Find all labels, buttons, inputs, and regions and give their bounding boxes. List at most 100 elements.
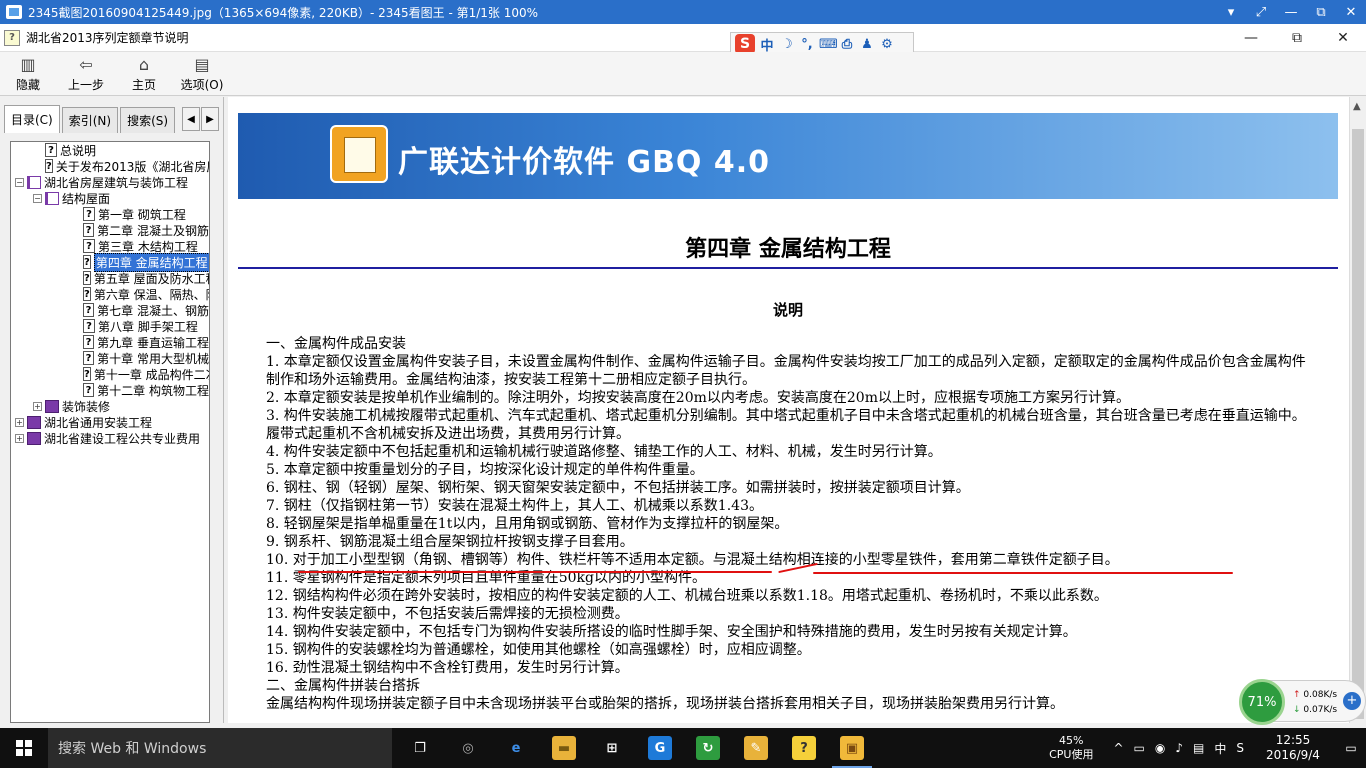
tray-icon-3[interactable]: ♪	[1175, 741, 1183, 755]
tab-0[interactable]: 目录(C)	[4, 105, 60, 133]
ime-item-4[interactable]: ⎙	[839, 37, 855, 52]
ime-item-3[interactable]: ⌨	[819, 37, 838, 52]
start-button[interactable]	[0, 728, 48, 768]
tree-item-label: 结构屋面	[62, 191, 111, 206]
tree-item-label: 第十二章 构筑物工程	[97, 383, 209, 398]
navigation-pane: 目录(C) 索引(N) 搜索(S) ◀ ▶ ? 总说明? 关于发布2013版《湖北省房屋…	[0, 97, 224, 723]
paragraph: 二、金属构件拼装台搭拆	[266, 678, 420, 694]
taskbar-app-swirl[interactable]: ◎	[444, 728, 492, 768]
tree-item[interactable]: + 湖北省建设工程公共专业费用	[11, 430, 209, 446]
section-heading: 说明	[772, 301, 803, 319]
app-swirl-icon: ◎	[456, 736, 480, 760]
tree-item[interactable]: ? 第一章 砌筑工程	[11, 206, 209, 222]
scrollbar-thumb[interactable]	[1352, 129, 1364, 719]
tree-item[interactable]: ? 第九章 垂直运输工程	[11, 334, 209, 350]
add-icon[interactable]: +	[1343, 692, 1361, 710]
clock[interactable]: 12:55 2016/9/4	[1258, 733, 1328, 763]
contents-tree[interactable]: ? 总说明? 关于发布2013版《湖北省房屋 − 湖北省房屋建筑与装饰工程 − 结构屋面? 第…	[10, 141, 210, 723]
tray-icon-0[interactable]: ^	[1113, 741, 1123, 755]
options-button[interactable]: ▤ 选项(O)	[180, 55, 224, 93]
expand-icon[interactable]: +	[33, 401, 42, 411]
taskbar-viewer-app[interactable]: ▣	[828, 728, 876, 768]
tree-item[interactable]: + 装饰装修	[11, 398, 209, 414]
expand-icon[interactable]: +	[15, 433, 24, 443]
ime-item-2[interactable]: °,	[799, 37, 815, 52]
taskbar-store[interactable]: ⊞	[588, 728, 636, 768]
viewer-app-icon: ▣	[840, 736, 864, 760]
cpu-usage-ring[interactable]: 71%	[1239, 679, 1285, 725]
network-speed-widget[interactable]: 71% ↑ 0.08K/s ↓ 0.07K/s +	[1239, 679, 1366, 725]
tree-item[interactable]: ? 第二章 混凝土及钢筋	[11, 222, 209, 238]
ime-item-6[interactable]: ⚙	[879, 37, 895, 52]
options-label: 选项(O)	[180, 77, 224, 92]
hide-button[interactable]: ▥ 隐藏	[6, 55, 50, 93]
topic-body: 一、金属构件成品安装 1. 本章定额仅设置金属构件安装子目，未设置金属构件制作、金…	[266, 335, 1306, 713]
viewer-control-4[interactable]: ✕	[1336, 0, 1366, 24]
help-page-icon: ?	[83, 207, 95, 221]
action-center-icon[interactable]: ▭	[1336, 728, 1366, 768]
help-page-icon: ?	[83, 239, 95, 253]
content-scrollbar[interactable]: ▲	[1349, 97, 1366, 723]
tab-scroll-left-icon[interactable]: ◀	[182, 107, 200, 131]
paragraph: 6. 钢柱、钢（轻钢）屋架、钢桁架、钢天窗架安装定额中，不包括拼装工序。如需拼装…	[266, 480, 970, 496]
viewer-control-0[interactable]: ▾	[1216, 0, 1246, 24]
tray-icon-1[interactable]: ▭	[1134, 741, 1145, 755]
tree-item[interactable]: + 湖北省通用安装工程	[11, 414, 209, 430]
tab-scroll-right-icon[interactable]: ▶	[201, 107, 219, 131]
tree-item-label: 关于发布2013版《湖北省房屋	[55, 159, 210, 174]
tab-2[interactable]: 搜索(S)	[120, 107, 176, 133]
home-button[interactable]: ⌂ 主页	[122, 55, 166, 93]
taskbar-refresh-app[interactable]: ↻	[684, 728, 732, 768]
taskbar-task-view[interactable]: ❐	[396, 728, 444, 768]
close-button[interactable]: ✕	[1320, 24, 1366, 52]
taskbar-help-app[interactable]: ?	[780, 728, 828, 768]
tray-icon-4[interactable]: ▤	[1193, 741, 1204, 755]
tree-item[interactable]: ? 第四章 金属结构工程	[11, 252, 209, 272]
tree-item[interactable]: ? 总说明	[11, 142, 209, 158]
minimize-button[interactable]: —	[1228, 24, 1274, 52]
paragraph: 8. 轻钢屋架是指单榀重量在1t以内，且用角钢或钢筋、管材作为支撑拉杆的钢屋架。	[266, 516, 789, 532]
ime-item-0[interactable]: 中	[759, 35, 775, 54]
back-button[interactable]: ⇦ 上一步	[64, 55, 108, 93]
tree-item[interactable]: − 湖北省房屋建筑与装饰工程	[11, 174, 209, 190]
restore-button[interactable]: ⧉	[1274, 24, 1320, 52]
taskbar-notes-app[interactable]: ✎	[732, 728, 780, 768]
back-icon: ⇦	[79, 55, 93, 74]
tray-icon-6[interactable]: S	[1236, 741, 1244, 755]
banner-title: 广联达计价软件 GBQ 4.0	[398, 145, 771, 180]
taskbar-file-explorer[interactable]: ▬	[540, 728, 588, 768]
cpu-usage-indicator[interactable]: 45% CPU使用	[1049, 734, 1093, 762]
tree-item[interactable]: ? 第六章 保温、隔热、防	[11, 286, 209, 302]
ime-item-5[interactable]: ♟	[859, 37, 875, 52]
tree-item[interactable]: ? 第十一章 成品构件二次	[11, 366, 209, 382]
taskbar-edge[interactable]: e	[492, 728, 540, 768]
sogou-logo-icon[interactable]: S	[735, 34, 755, 54]
tree-item-label: 湖北省建设工程公共专业费用	[44, 431, 201, 446]
tree-item[interactable]: ? 第五章 屋面及防水工程	[11, 270, 209, 286]
paragraph: 5. 本章定额中按重量划分的子目，均按深化设计规定的单件构件重量。	[266, 462, 704, 478]
taskbar-glodon[interactable]: G	[636, 728, 684, 768]
help-page-icon: ?	[83, 271, 91, 285]
tree-item-label: 湖北省通用安装工程	[44, 415, 153, 430]
viewer-control-3[interactable]: ⧉	[1306, 0, 1336, 24]
ime-item-1[interactable]: ☽	[779, 37, 795, 52]
collapse-icon[interactable]: −	[33, 193, 42, 203]
tree-item[interactable]: ? 关于发布2013版《湖北省房屋	[11, 158, 209, 174]
tree-item[interactable]: ? 第十二章 构筑物工程	[11, 382, 209, 398]
viewer-control-2[interactable]: —	[1276, 0, 1306, 24]
scroll-up-icon[interactable]: ▲	[1353, 101, 1361, 112]
collapse-icon[interactable]: −	[15, 177, 24, 187]
viewer-control-1[interactable]: ⤢	[1246, 0, 1276, 24]
tree-item[interactable]: − 结构屋面	[11, 190, 209, 206]
taskbar-search[interactable]: 搜索 Web 和 Windows	[48, 728, 392, 768]
tray-icon-5[interactable]: 中	[1214, 740, 1226, 757]
tab-1[interactable]: 索引(N)	[61, 107, 119, 133]
tree-item[interactable]: ? 第七章 混凝土、钢筋	[11, 302, 209, 318]
tree-item[interactable]: ? 第八章 脚手架工程	[11, 318, 209, 334]
expand-icon[interactable]: +	[15, 417, 24, 427]
tree-item-label: 第七章 混凝土、钢筋	[97, 303, 209, 318]
paragraph: 7. 钢柱（仅指钢柱第一节）安装在混凝土构件上，其人工、机械乘以系数1.43。	[266, 498, 763, 514]
tree-item[interactable]: ? 第十章 常用大型机械	[11, 350, 209, 366]
tray-icon-2[interactable]: ◉	[1155, 741, 1165, 755]
help-page-icon: ?	[83, 255, 91, 269]
